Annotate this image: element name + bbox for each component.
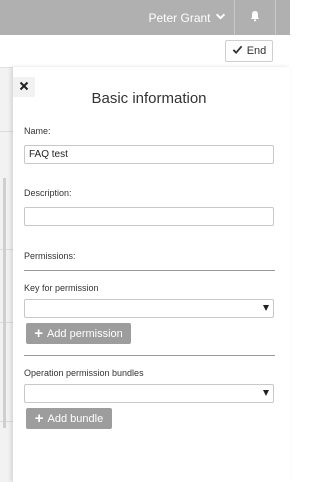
scrollbar[interactable] bbox=[3, 178, 6, 428]
name-label: Name: bbox=[24, 126, 51, 136]
description-field[interactable] bbox=[24, 207, 274, 226]
add-permission-label: Add permission bbox=[46, 327, 123, 340]
divider bbox=[0, 322, 13, 323]
end-button[interactable]: End bbox=[225, 40, 273, 62]
chevron-down-icon bbox=[215, 11, 226, 25]
plus-icon: + bbox=[34, 410, 44, 427]
notifications-button[interactable] bbox=[235, 0, 275, 35]
plus-icon: + bbox=[34, 325, 43, 342]
name-field[interactable] bbox=[24, 145, 274, 164]
topbar-divider bbox=[275, 0, 276, 35]
user-menu[interactable]: Peter Grant bbox=[140, 0, 234, 35]
user-name: Peter Grant bbox=[148, 10, 211, 25]
operation-permission-bundles-select[interactable] bbox=[24, 384, 274, 403]
key-for-permission-select[interactable] bbox=[24, 299, 274, 318]
divider bbox=[0, 421, 13, 422]
background-page bbox=[0, 67, 13, 482]
panel-title: Basic information bbox=[91, 90, 207, 107]
divider bbox=[0, 131, 13, 132]
description-label: Description: bbox=[24, 188, 72, 198]
dropdown-arrow-icon bbox=[263, 390, 269, 396]
add-permission-button[interactable]: + Add permission bbox=[26, 323, 131, 344]
add-bundle-button[interactable]: + Add bundle bbox=[26, 408, 112, 429]
bell-icon bbox=[249, 9, 261, 27]
permissions-label: Permissions: bbox=[24, 251, 76, 261]
checkmark-icon bbox=[232, 44, 243, 58]
top-bar: Peter Grant bbox=[0, 0, 290, 35]
dropdown-arrow-icon bbox=[263, 305, 269, 311]
divider bbox=[24, 270, 275, 271]
toolbar: End bbox=[0, 35, 290, 67]
divider bbox=[24, 355, 275, 356]
add-bundle-label: Add bundle bbox=[47, 412, 104, 425]
divider bbox=[0, 249, 13, 250]
key-for-permission-label: Key for permission bbox=[24, 283, 99, 293]
end-button-label: End bbox=[246, 45, 267, 57]
basic-information-panel: Basic information Name: Description: Per… bbox=[13, 67, 290, 482]
operation-permission-bundles-label: Operation permission bundles bbox=[24, 368, 144, 378]
